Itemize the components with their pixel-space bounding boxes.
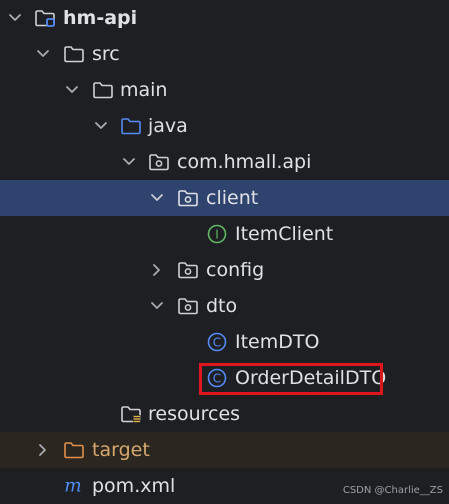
class-icon: C <box>207 332 227 352</box>
tree-node-main[interactable]: main <box>0 72 449 108</box>
tree-node-label: pom.xml <box>92 475 176 497</box>
tree-node-item-dto[interactable]: C ItemDTO <box>0 324 449 360</box>
folder-icon <box>93 82 113 99</box>
maven-icon: m <box>64 476 81 497</box>
tree-node-label: hm-api <box>63 7 138 29</box>
tree-node-target[interactable]: target <box>0 432 449 468</box>
tree-node-label: ItemClient <box>235 223 334 245</box>
class-icon-letter: C <box>213 336 221 350</box>
chevron-down-icon[interactable] <box>120 153 138 171</box>
tree-node-label: dto <box>206 295 238 317</box>
tree-node-java[interactable]: java <box>0 108 449 144</box>
tree-node-package[interactable]: com.hmall.api <box>0 144 449 180</box>
maven-icon-letter: m <box>64 476 81 497</box>
chevron-right-icon[interactable] <box>34 441 52 459</box>
tree-node-label: resources <box>148 403 241 425</box>
folder-icon <box>64 46 84 63</box>
package-icon <box>178 262 198 279</box>
tree-node-label: com.hmall.api <box>177 151 312 173</box>
project-tree: hm-api src main java com.hmall.api clien… <box>0 0 449 502</box>
resources-folder-icon <box>121 406 141 423</box>
tree-node-label: src <box>92 43 120 65</box>
tree-node-client[interactable]: client <box>0 180 449 216</box>
package-icon <box>149 154 169 171</box>
tree-node-item-client[interactable]: I ItemClient <box>0 216 449 252</box>
package-icon <box>178 298 198 315</box>
tree-node-config[interactable]: config <box>0 252 449 288</box>
chevron-down-icon[interactable] <box>34 45 52 63</box>
tree-node-hm-api[interactable]: hm-api <box>0 0 449 36</box>
tree-node-label: java <box>148 115 188 137</box>
tree-node-label: ItemDTO <box>235 331 320 353</box>
tree-node-label: config <box>206 259 265 281</box>
chevron-down-icon[interactable] <box>63 81 81 99</box>
source-folder-icon <box>121 118 141 135</box>
watermark: CSDN @Charlie__ZS <box>342 485 443 496</box>
excluded-folder-icon <box>64 442 84 459</box>
chevron-down-icon[interactable] <box>148 189 166 207</box>
package-icon <box>178 190 198 207</box>
interface-icon-letter: I <box>215 228 219 242</box>
chevron-down-icon[interactable] <box>6 9 24 27</box>
tree-node-src[interactable]: src <box>0 36 449 72</box>
tree-node-label: main <box>120 79 168 101</box>
tree-node-label: client <box>206 187 259 209</box>
chevron-down-icon[interactable] <box>92 117 110 135</box>
tree-node-dto[interactable]: dto <box>0 288 449 324</box>
interface-icon: I <box>207 224 227 244</box>
tree-node-resources[interactable]: resources <box>0 396 449 432</box>
chevron-right-icon[interactable] <box>148 261 166 279</box>
tree-node-label: target <box>92 439 150 461</box>
chevron-down-icon[interactable] <box>148 297 166 315</box>
highlight-box <box>199 363 383 395</box>
module-folder-icon <box>35 10 55 27</box>
